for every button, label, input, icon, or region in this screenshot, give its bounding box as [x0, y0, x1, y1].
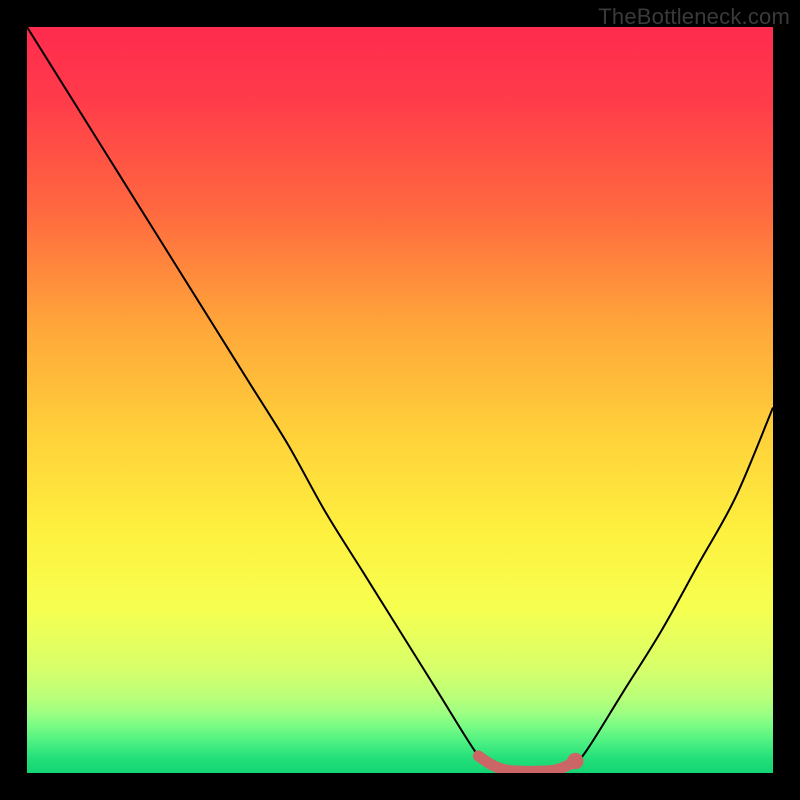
chart-container: TheBottleneck.com — [0, 0, 800, 800]
optimal-range-endpoint — [567, 753, 583, 769]
bottleneck-chart — [27, 27, 773, 773]
watermark-text: TheBottleneck.com — [598, 4, 790, 30]
gradient-background — [27, 27, 773, 773]
